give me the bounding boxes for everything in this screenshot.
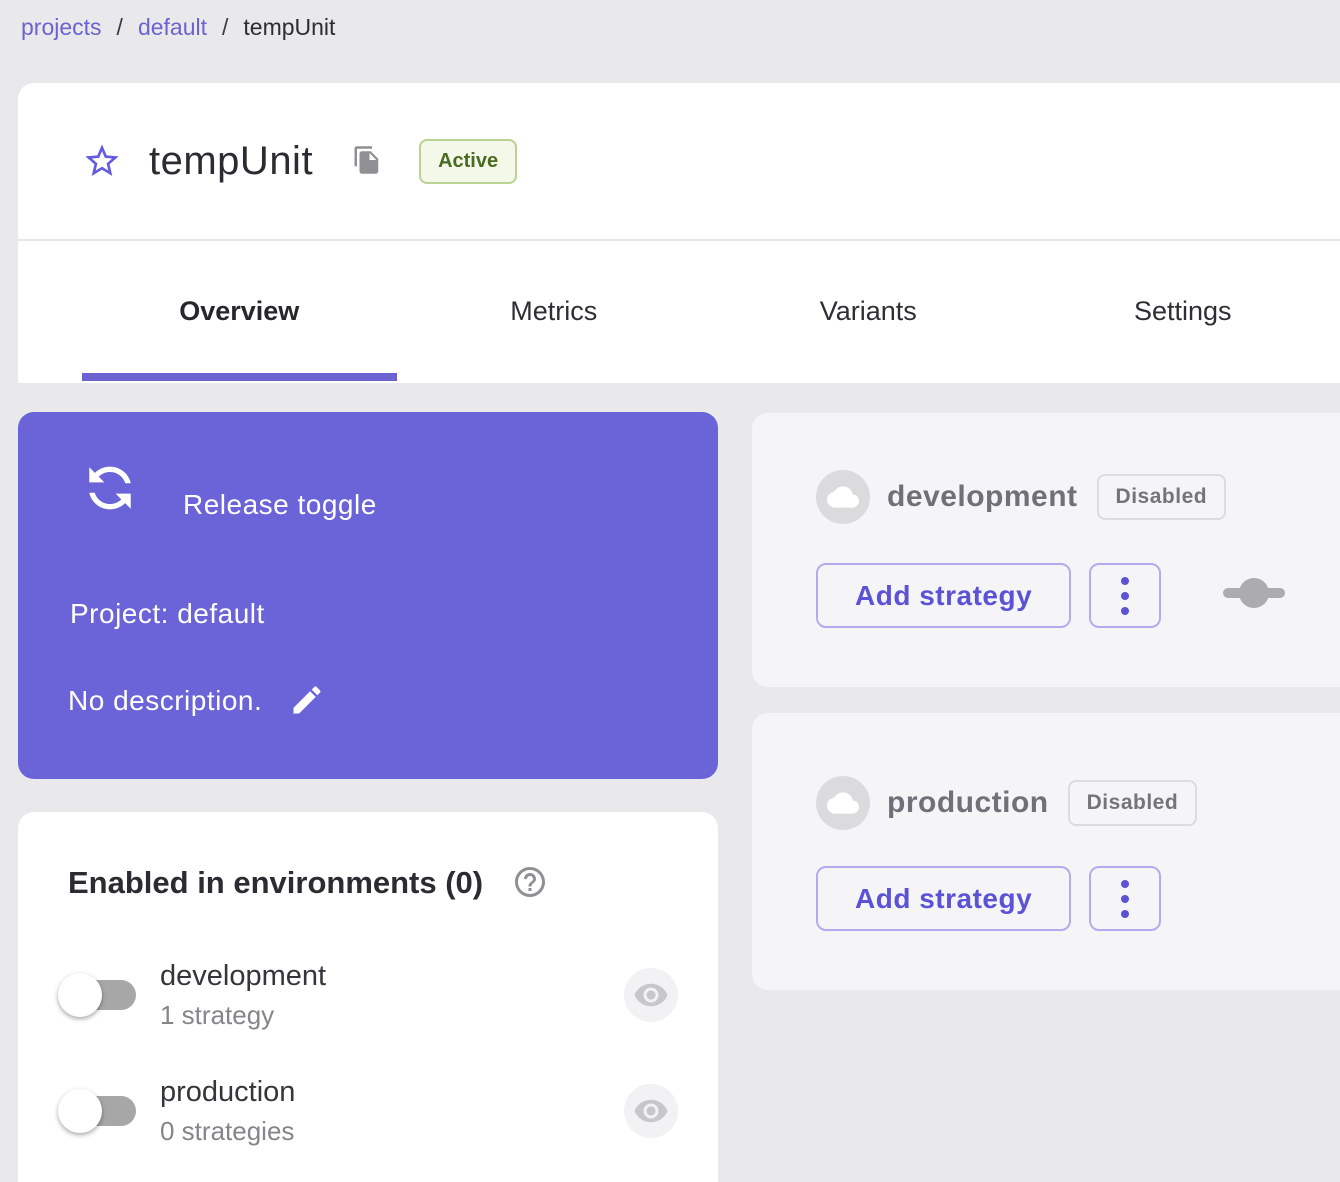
eye-icon[interactable]	[624, 968, 678, 1022]
environment-toggle-row-development: development 1 strategy	[58, 949, 678, 1041]
feature-description: No description.	[68, 685, 262, 717]
kebab-menu-icon[interactable]	[1089, 563, 1161, 628]
favorite-star-icon[interactable]	[82, 141, 122, 181]
environment-toggle[interactable]	[58, 1088, 136, 1134]
tab-variants[interactable]: Variants	[711, 241, 1026, 381]
page-title: tempUnit	[149, 139, 313, 184]
environment-name: production	[160, 1076, 295, 1109]
environment-name: development	[887, 480, 1078, 514]
release-toggle-loop-icon	[78, 456, 142, 520]
feature-header-card: tempUnit Active Overview Metrics Variant…	[18, 83, 1340, 383]
row-labels: production 0 strategies	[160, 1076, 295, 1147]
tab-bar: Overview Metrics Variants Settings	[18, 241, 1340, 381]
panel-heading: Enabled in environments (0)	[68, 865, 483, 901]
add-strategy-button[interactable]: Add strategy	[816, 866, 1071, 931]
help-circle-icon[interactable]	[511, 864, 549, 902]
environment-name: production	[887, 786, 1049, 820]
environment-card-production: production Disabled Add strategy	[752, 713, 1340, 990]
tab-metrics[interactable]: Metrics	[397, 241, 712, 381]
environment-header: production Disabled	[816, 776, 1197, 830]
kebab-menu-icon[interactable]	[1089, 866, 1161, 931]
environment-header: development Disabled	[816, 470, 1226, 524]
environment-status-badge: Disabled	[1068, 780, 1198, 826]
breadcrumb: projects / default / tempUnit	[21, 14, 335, 41]
tab-overview[interactable]: Overview	[82, 241, 397, 381]
strategy-count: 0 strategies	[160, 1116, 295, 1147]
breadcrumb-separator: /	[222, 14, 228, 41]
environment-actions: Add strategy	[816, 563, 1287, 628]
feature-title-row: tempUnit Active	[18, 83, 1340, 241]
environment-name: development	[160, 960, 326, 993]
environment-toggle-row-production: production 0 strategies	[58, 1065, 678, 1157]
feature-project-label: Project: default	[70, 598, 265, 630]
environment-toggle[interactable]	[58, 972, 136, 1018]
eye-icon[interactable]	[624, 1084, 678, 1138]
status-badge: Active	[419, 139, 517, 184]
breadcrumb-link-default[interactable]: default	[138, 14, 207, 41]
cloud-icon	[816, 776, 870, 830]
strategy-slider-icon	[1221, 575, 1287, 616]
feature-type-label: Release toggle	[183, 489, 377, 521]
edit-description-pencil-icon[interactable]	[288, 682, 326, 720]
strategy-count: 1 strategy	[160, 1000, 326, 1031]
environment-actions: Add strategy	[816, 866, 1161, 931]
breadcrumb-link-projects[interactable]: projects	[21, 14, 102, 41]
enabled-environments-panel: Enabled in environments (0) development …	[18, 812, 718, 1182]
environment-status-badge: Disabled	[1097, 474, 1227, 520]
breadcrumb-separator: /	[117, 14, 123, 41]
cloud-icon	[816, 470, 870, 524]
panel-heading-row: Enabled in environments (0)	[68, 864, 549, 902]
feature-flag-page: { "breadcrumb": { "projects": "projects"…	[0, 0, 1340, 1182]
tab-settings[interactable]: Settings	[1026, 241, 1340, 381]
breadcrumb-current: tempUnit	[243, 14, 335, 41]
row-labels: development 1 strategy	[160, 960, 326, 1031]
copy-icon[interactable]	[351, 145, 383, 177]
feature-overview-card: Release toggle Project: default No descr…	[18, 412, 718, 779]
add-strategy-button[interactable]: Add strategy	[816, 563, 1071, 628]
feature-description-row: No description.	[68, 682, 326, 720]
environment-card-development: development Disabled Add strategy	[752, 413, 1340, 687]
